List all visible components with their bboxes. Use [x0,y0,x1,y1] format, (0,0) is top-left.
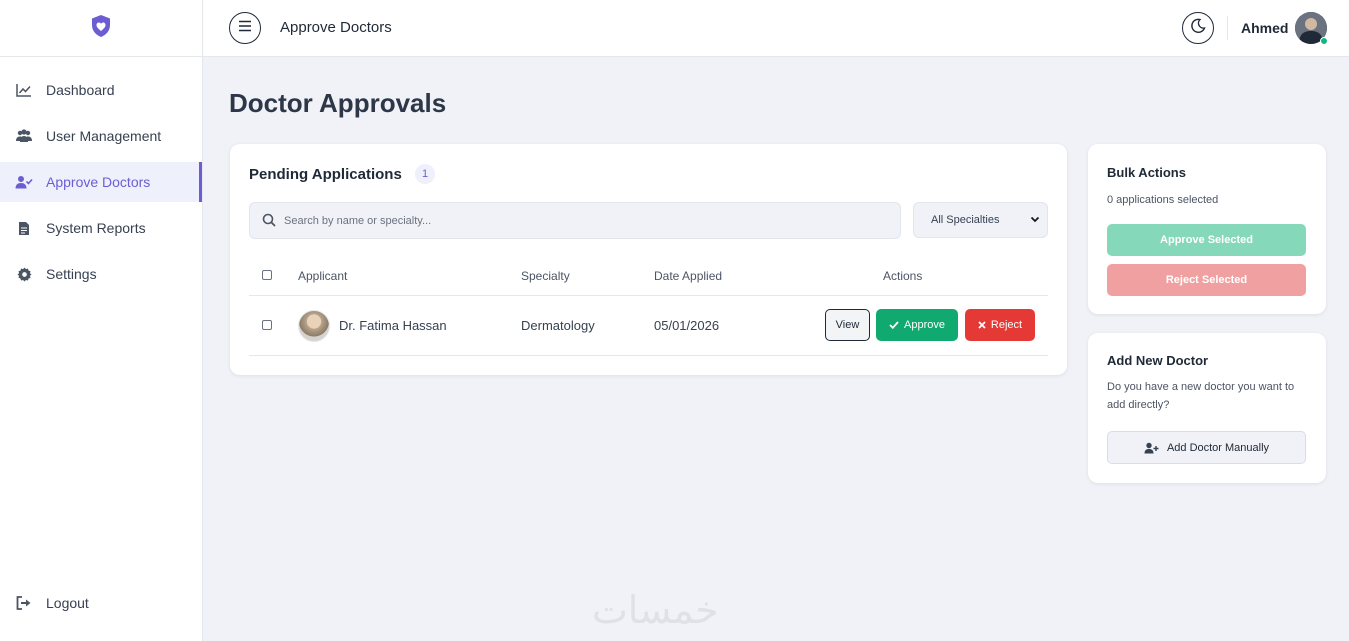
user-check-icon [15,173,33,191]
reject-button[interactable]: Reject [965,309,1035,341]
column-header-date-applied: Date Applied [654,269,723,283]
search-icon [262,213,276,232]
sidebar-item-label: Dashboard [46,82,115,98]
watermark-logo: خمسات [592,588,719,632]
file-report-icon [15,219,33,237]
select-all-checkbox[interactable] [262,270,272,280]
sidebar-item-user-management[interactable]: User Management [0,116,202,156]
logout-button[interactable]: Logout [0,583,202,623]
user-plus-icon [1144,442,1159,454]
check-icon [889,321,899,329]
search-box [249,202,901,239]
column-header-specialty: Specialty [521,269,570,283]
column-header-applicant: Applicant [298,269,348,283]
add-doctor-label: Add Doctor Manually [1166,441,1270,454]
logout-label: Logout [46,595,89,611]
sidebar-item-dashboard[interactable]: Dashboard [0,70,202,110]
moon-icon [1190,18,1206,39]
gear-icon [15,265,33,283]
sidebar-item-settings[interactable]: Settings [0,254,202,294]
search-input[interactable] [284,203,894,238]
pending-count-badge: 1 [415,164,435,184]
close-icon [978,321,986,329]
specialty-filter-select[interactable]: All Specialties [913,202,1048,238]
user-name[interactable]: Ahmed [1241,20,1288,36]
applicant-avatar [298,310,330,342]
approve-selected-button[interactable]: Approve Selected [1107,224,1306,256]
header-divider [249,295,1048,296]
row-divider [249,355,1048,356]
logout-icon [15,594,33,612]
users-icon [15,127,33,145]
chevron-down-icon [1030,214,1040,227]
add-doctor-manually-button[interactable]: Add Doctor Manually [1107,431,1306,464]
applicant-date: 05/01/2026 [654,318,720,333]
pending-applications-card: Pending Applications 1 All Specialties A… [230,144,1067,375]
sidebar-item-label: Approve Doctors [46,174,151,190]
pending-applications-title: Pending Applications [249,166,402,183]
add-doctor-card: Add New Doctor Do you have a new doctor … [1088,333,1326,483]
hamburger-icon [238,19,252,37]
row-checkbox[interactable] [262,320,272,330]
add-doctor-description: Do you have a new doctor you want to add… [1107,381,1295,411]
sidebar-item-label: User Management [46,128,162,144]
sidebar: Dashboard User Management Approve Doctor… [0,0,203,641]
sidebar-item-approve-doctors[interactable]: Approve Doctors [0,162,202,202]
applicant-name: Dr. Fatima Hassan [339,318,447,333]
view-button[interactable]: View [825,309,870,341]
add-doctor-title: Add New Doctor [1107,353,1209,368]
applicant-specialty: Dermatology [521,318,595,333]
bulk-selected-count: 0 applications selected [1107,194,1219,206]
theme-toggle-button[interactable] [1182,12,1214,44]
menu-toggle-button[interactable] [229,12,261,44]
bulk-actions-card: Bulk Actions 0 applications selected App… [1088,144,1326,314]
sidebar-nav: Dashboard User Management Approve Doctor… [0,57,202,294]
specialty-filter-value: All Specialties [931,214,1000,226]
approve-label: Approve [904,319,945,331]
topbar: Approve Doctors Ahmed [203,0,1349,57]
topbar-divider [1227,16,1228,40]
sidebar-item-system-reports[interactable]: System Reports [0,208,202,248]
chart-line-icon [15,81,33,99]
approve-button[interactable]: Approve [876,309,958,341]
bulk-actions-title: Bulk Actions [1107,165,1186,180]
sidebar-item-label: System Reports [46,220,146,236]
page-breadcrumb-title: Approve Doctors [280,19,392,36]
column-header-actions: Actions [883,269,923,283]
reject-selected-button[interactable]: Reject Selected [1107,264,1306,296]
sidebar-item-label: Settings [46,266,97,282]
reject-label: Reject [990,319,1023,331]
page-title: Doctor Approvals [229,88,447,118]
shield-heart-icon [90,14,112,43]
online-status-dot [1320,37,1328,45]
logo[interactable] [0,0,202,57]
